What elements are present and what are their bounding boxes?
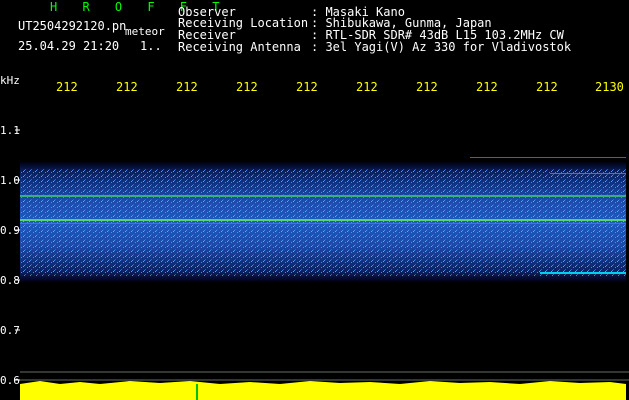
file-name: UT2504292120.pn [18,19,127,33]
time-label: 212 [416,80,438,94]
freq-label-0.8: 0.8 [0,274,20,287]
freq-label-0.6: 0.6 [0,374,20,387]
freq-unit-label: kHz [0,74,20,87]
freq-label-1.0: 1.0 [0,174,20,187]
event-count: 1.. [140,39,162,53]
time-label: 212 [116,80,138,94]
spectrogram [15,129,629,400]
time-label: 2130 [595,80,624,94]
datetime: 25.04.29 21:20 [18,39,120,53]
freq-label-1.1: 1.1 [0,124,20,137]
freq-label-0.7: 0.7 [0,324,20,337]
time-label: 212 [356,80,378,94]
grid [20,371,629,381]
time-label: 212 [296,80,318,94]
mode-label: meteor [125,25,165,38]
time-label: 212 [236,80,258,94]
amplitude-bar [20,381,626,400]
antenna-label: Receiving Antenna [178,40,301,54]
noise-band [20,162,626,282]
freq-label-0.9: 0.9 [0,224,20,237]
tick-marks [15,129,20,381]
time-label: 212 [56,80,78,94]
time-label: 212 [476,80,498,94]
time-label: 212 [536,80,558,94]
time-label: 212 [176,80,198,94]
antenna-value: : 3el Yagi(V) Az 330 for Vladivostok [311,40,572,54]
